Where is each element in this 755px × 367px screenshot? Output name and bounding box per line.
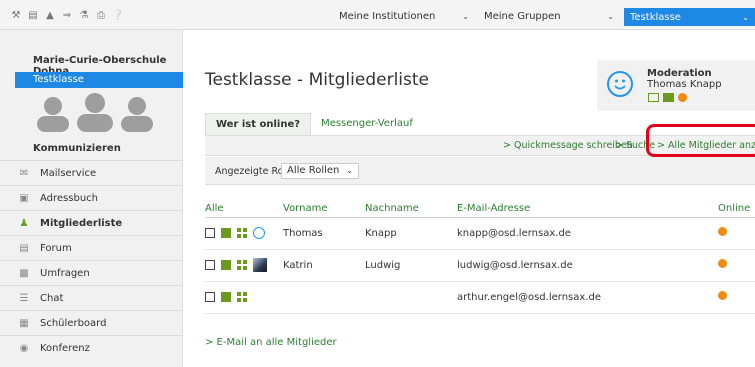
sidebar-item-label: Chat — [40, 292, 64, 304]
forum-icon: ▤ — [19, 242, 29, 254]
sidebar-item-forum[interactable]: ▤ Forum — [0, 235, 183, 260]
table-header-row: Alle Vorname Nachname E-Mail-Adresse Onl… — [205, 201, 755, 218]
moderator-name[interactable]: Thomas Knapp — [647, 79, 722, 90]
cell-last-name: Knapp — [365, 217, 457, 250]
moderation-label: Moderation — [647, 68, 712, 79]
sidebar-item-label: Mitgliederliste — [40, 217, 123, 229]
sidebar-item-konferenz[interactable]: ◉ Konferenz — [0, 335, 183, 360]
table-row: arthur.engel@osd.lernsax.de — [205, 281, 755, 314]
moderator-actions — [648, 93, 687, 102]
online-status-icon — [718, 259, 727, 268]
role-filter-value: Alle Rollen — [287, 165, 340, 176]
logout-icon[interactable]: ⇒ — [61, 9, 73, 21]
tab-bar: Wer ist online? Messenger-Verlauf — [205, 113, 423, 135]
document-icon[interactable]: ▤ — [27, 9, 39, 21]
quickmessage-link[interactable]: > Quickmessage schreiben — [503, 140, 633, 151]
cell-email[interactable]: ludwig@osd.lernsax.de — [457, 249, 718, 282]
cell-last-name — [365, 281, 457, 314]
sidebar-item-mitgliederliste[interactable]: ♟ Mitgliederliste — [0, 210, 183, 235]
sidebar-item-label: Konferenz — [40, 342, 90, 354]
print-icon[interactable]: ⎙ — [95, 9, 107, 21]
message-icon[interactable] — [221, 228, 231, 238]
sidebar-item-umfragen[interactable]: ▩ Umfragen — [0, 260, 183, 285]
bookmark-icon[interactable]: ▲ — [44, 9, 56, 21]
chevron-down-icon: ⌄ — [462, 11, 469, 21]
online-status-icon — [678, 93, 687, 102]
toolbar-icons: ⚒ ▤ ▲ ⇒ ⚗ ⎙ ❔ — [10, 9, 125, 21]
table-row: Katrin Ludwig ludwig@osd.lernsax.de — [205, 249, 755, 282]
smiley-avatar-icon — [253, 227, 265, 239]
cell-email[interactable]: knapp@osd.lernsax.de — [457, 217, 718, 250]
row-checkbox[interactable] — [205, 260, 215, 270]
cell-first-name[interactable]: Katrin — [283, 249, 365, 282]
header-alle[interactable]: Alle — [205, 201, 283, 218]
sidebar-item-label: Forum — [40, 242, 72, 254]
header-email[interactable]: E-Mail-Adresse — [457, 201, 718, 218]
email-all-members-link[interactable]: > E-Mail an alle Mitglieder — [205, 337, 337, 348]
profile-grid-icon[interactable] — [237, 260, 247, 270]
help-icon[interactable]: ❔ — [112, 9, 124, 21]
mail-icon[interactable] — [663, 93, 674, 102]
keys-icon[interactable]: ⚗ — [78, 9, 90, 21]
board-icon: ▦ — [19, 317, 29, 329]
contact-card-icon[interactable] — [648, 93, 659, 102]
chevron-down-icon: ⌄ — [607, 11, 614, 21]
header-vorname[interactable]: Vorname — [283, 201, 365, 218]
header-online: Online — [718, 201, 755, 218]
chevron-down-icon: ⌄ — [346, 166, 353, 175]
conference-icon: ◉ — [19, 342, 29, 354]
chevron-down-icon: ⌄ — [742, 12, 749, 22]
online-status-icon — [718, 227, 727, 236]
tab-messenger-verlauf[interactable]: Messenger-Verlauf — [311, 113, 423, 135]
cell-email[interactable]: arthur.engel@osd.lernsax.de — [457, 281, 718, 314]
class-select-label: Testklasse — [630, 11, 681, 23]
profile-grid-icon[interactable] — [237, 292, 247, 302]
sidebar-item-label: Mailservice — [40, 167, 97, 179]
smiley-avatar-icon — [607, 71, 633, 97]
sidebar: Marie-Curie-Oberschule Dohna Testklasse … — [0, 30, 183, 367]
institutions-select[interactable]: Meine Institutionen ⌄ — [333, 8, 475, 24]
cell-last-name: Ludwig — [365, 249, 457, 282]
moderation-box: Moderation Thomas Knapp — [597, 60, 755, 111]
addressbook-icon: ▣ — [19, 192, 29, 204]
sidebar-item-chat[interactable]: ☰ Chat — [0, 285, 183, 310]
tools-icon[interactable]: ⚒ — [10, 9, 22, 21]
sidebar-item-label: Adressbuch — [40, 192, 98, 204]
page-title: Testklasse - Mitgliederliste — [205, 70, 429, 90]
profile-grid-icon[interactable] — [237, 228, 247, 238]
chat-icon: ☰ — [19, 292, 29, 304]
poll-icon: ▩ — [19, 267, 29, 279]
sidebar-item-schuelerboard[interactable]: ▦ Schülerboard — [0, 310, 183, 335]
members-icon: ♟ — [19, 217, 29, 229]
top-bar: ⚒ ▤ ▲ ⇒ ⚗ ⎙ ❔ Meine Institutionen ⌄ Mein… — [0, 0, 755, 30]
sidebar-item-testklasse[interactable]: Testklasse — [15, 72, 183, 88]
sidebar-item-mailservice[interactable]: ✉ Mailservice — [0, 160, 183, 185]
groups-select[interactable]: Meine Gruppen ⌄ — [478, 8, 620, 24]
sidebar-item-adressbuch[interactable]: ▣ Adressbuch — [0, 185, 183, 210]
groups-select-label: Meine Gruppen — [484, 10, 561, 22]
header-nachname[interactable]: Nachname — [365, 201, 457, 218]
message-icon[interactable] — [221, 260, 231, 270]
table-row: Thomas Knapp knapp@osd.lernsax.de — [205, 217, 755, 250]
group-people-icon — [33, 92, 158, 135]
cell-first-name[interactable]: Thomas — [283, 217, 365, 250]
tab-wer-ist-online[interactable]: Wer ist online? — [205, 113, 312, 135]
row-checkbox[interactable] — [205, 292, 215, 302]
sidebar-item-label: Umfragen — [40, 267, 90, 279]
section-kommunizieren: Kommunizieren — [33, 143, 121, 154]
cell-first-name — [283, 281, 365, 314]
row-checkbox[interactable] — [205, 228, 215, 238]
sidebar-item-label: Schülerboard — [40, 317, 107, 329]
online-status-icon — [718, 291, 727, 300]
members-table: Alle Vorname Nachname E-Mail-Adresse Onl… — [205, 201, 755, 314]
institutions-select-label: Meine Institutionen — [339, 10, 436, 22]
mail-icon: ✉ — [19, 167, 29, 179]
annotation-highlight — [646, 124, 755, 157]
photo-avatar-icon — [253, 258, 267, 272]
role-filter-select[interactable]: Alle Rollen ⌄ — [281, 163, 359, 179]
class-select[interactable]: Testklasse ⌄ — [624, 8, 755, 26]
message-icon[interactable] — [221, 292, 231, 302]
role-filter-bar: Angezeigte Rolle Alle Rollen ⌄ — [205, 157, 755, 185]
